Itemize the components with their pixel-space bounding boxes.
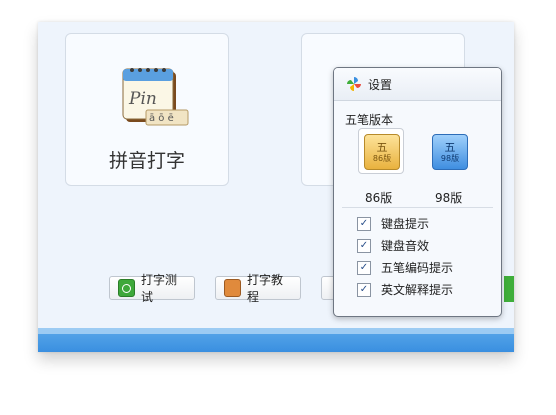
keyboard-hint-checkbox[interactable]: ✓ bbox=[357, 216, 371, 231]
pinyin-typing-title: 拼音打字 bbox=[108, 150, 185, 172]
keyboard-sound-checkbox[interactable]: ✓ bbox=[357, 238, 371, 253]
english-hint-label: 英文解释提示 bbox=[381, 283, 454, 297]
wubi-code-hint-checkbox[interactable]: ✓ bbox=[357, 260, 371, 275]
typing-test-label: 打字测试 bbox=[141, 273, 178, 304]
version-86-label: 86版 bbox=[365, 191, 393, 205]
settings-title: 设置 bbox=[368, 77, 393, 92]
wubi-code-hint-label: 五笔编码提示 bbox=[381, 261, 454, 275]
bottom-bar bbox=[38, 328, 514, 352]
pinwheel-icon bbox=[347, 77, 361, 91]
pinyin-typing-card[interactable]: Pin ā ō ē 拼音打字 bbox=[65, 33, 229, 186]
divider bbox=[342, 207, 493, 208]
typing-test-button[interactable]: 打字测试 bbox=[109, 273, 195, 304]
version-86-option[interactable]: 五 86版 bbox=[358, 128, 404, 174]
wubi-version-label: 五笔版本 bbox=[345, 113, 394, 127]
settings-popup: 设置 五笔版本 五 86版 五 98版 86版 98版 ✓ 键盘提示 ✓ 键盘音… bbox=[333, 67, 502, 317]
option-keyboard-hint[interactable]: ✓ 键盘提示 bbox=[357, 215, 429, 232]
version-98-label: 98版 bbox=[435, 191, 463, 205]
option-wubi-code-hint[interactable]: ✓ 五笔编码提示 bbox=[357, 259, 453, 276]
option-english-hint[interactable]: ✓ 英文解释提示 bbox=[357, 281, 453, 298]
english-hint-checkbox[interactable]: ✓ bbox=[357, 282, 371, 297]
keyboard-sound-label: 键盘音效 bbox=[381, 239, 430, 253]
typing-tutorial-label: 打字教程 bbox=[247, 273, 284, 304]
option-keyboard-sound[interactable]: ✓ 键盘音效 bbox=[357, 237, 429, 254]
settings-header: 设置 bbox=[334, 68, 501, 101]
svg-text:ā ō ē: ā ō ē bbox=[149, 113, 174, 124]
wubi-86-key-icon: 五 86版 bbox=[364, 134, 400, 170]
svg-text:Pin: Pin bbox=[128, 89, 157, 109]
wubi-98-key-icon[interactable]: 五 98版 bbox=[432, 134, 468, 170]
typing-tutorial-button[interactable]: 打字教程 bbox=[215, 273, 301, 304]
green-action-button[interactable] bbox=[504, 276, 514, 302]
keyboard-hint-label: 键盘提示 bbox=[381, 217, 430, 231]
pin-book-icon: Pin ā ō ē bbox=[122, 68, 189, 126]
clock-icon bbox=[118, 279, 135, 297]
book-icon bbox=[224, 279, 241, 297]
